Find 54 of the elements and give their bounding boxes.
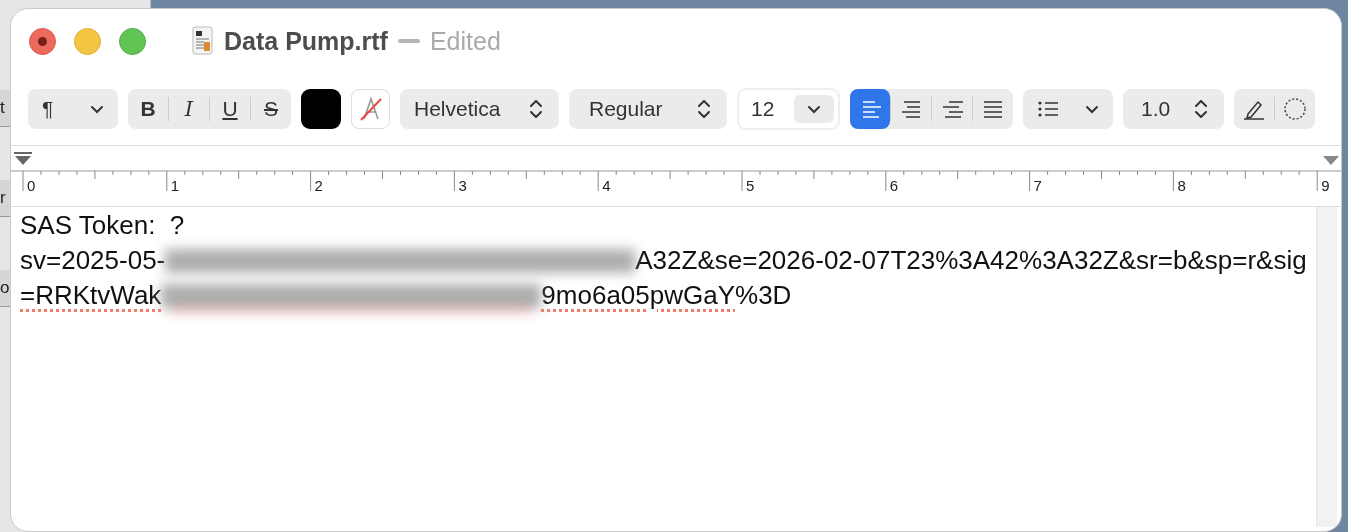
document-text: A32Z&se=2026-02-07T23%3A42%3A32Z&sr=b&sp=r&sig — [635, 244, 1307, 277]
chevron-icon — [1085, 104, 1099, 114]
document-text: 9mo6a05pwGaY — [541, 279, 736, 312]
ruler-number: 3 — [458, 177, 467, 194]
align-right-icon — [941, 99, 963, 119]
ruler-number: 5 — [746, 177, 755, 194]
italic-button[interactable]: I — [169, 89, 209, 129]
edited-status: Edited — [429, 26, 501, 56]
typeface-popup[interactable]: Regular — [569, 89, 727, 129]
align-justify-icon — [982, 99, 1004, 119]
ruler-number: 2 — [314, 177, 323, 194]
scroll-bar[interactable] — [1316, 207, 1337, 527]
list-style-popup[interactable] — [1023, 89, 1113, 129]
document-text: %3D — [735, 279, 792, 312]
no-color-icon — [358, 96, 383, 122]
right-indent-marker[interactable] — [1323, 156, 1339, 165]
window-text-fragment: r — [0, 180, 10, 217]
chevron-icon — [90, 104, 104, 114]
dotted-circle-icon — [1283, 97, 1307, 121]
align-center-icon — [900, 99, 922, 119]
font-popup[interactable]: Helvetica — [400, 89, 559, 129]
document-text: =RRKtvWak — [20, 279, 162, 312]
left-indent-marker[interactable] — [14, 152, 32, 165]
line-spacing-popup[interactable]: 1.0 — [1123, 89, 1224, 129]
document-text: SAS Token: ? — [20, 209, 185, 242]
strike-button[interactable]: S — [251, 89, 291, 129]
underline-button[interactable]: U — [210, 89, 250, 129]
pencil-icon — [1243, 98, 1265, 120]
window-text-fragment: t — [0, 90, 10, 127]
chevron-icon — [807, 104, 821, 114]
ruler-number: 4 — [602, 177, 611, 194]
ruler-number: 9 — [1321, 177, 1330, 194]
align-left-button[interactable] — [850, 89, 890, 129]
bold-button[interactable]: B — [128, 89, 168, 129]
ruler-number: 8 — [1177, 177, 1186, 194]
text-color-well[interactable] — [301, 89, 341, 129]
document-text: sv=2025-05- — [20, 244, 166, 277]
close-button[interactable] — [29, 27, 56, 55]
paragraph-style-popup[interactable]: ¶ — [28, 89, 118, 129]
font-size-field[interactable]: 12 — [737, 88, 840, 130]
ruler-number: 0 — [27, 177, 36, 194]
ruler-number: 6 — [889, 177, 899, 194]
list-icon — [1037, 100, 1059, 118]
stepper-icon — [529, 100, 543, 118]
stepper-icon — [1194, 100, 1208, 118]
window-title: Data Pump.rtf — [224, 26, 388, 56]
document-icon — [192, 26, 214, 56]
background-color-button[interactable] — [351, 89, 390, 129]
zoom-button[interactable] — [119, 27, 146, 55]
stepper-icon — [697, 100, 711, 118]
dropdown-button[interactable] — [794, 95, 834, 123]
ruler-number: 1 — [170, 177, 180, 194]
dash-icon — [397, 38, 420, 44]
ruler-number: 7 — [1033, 177, 1042, 194]
